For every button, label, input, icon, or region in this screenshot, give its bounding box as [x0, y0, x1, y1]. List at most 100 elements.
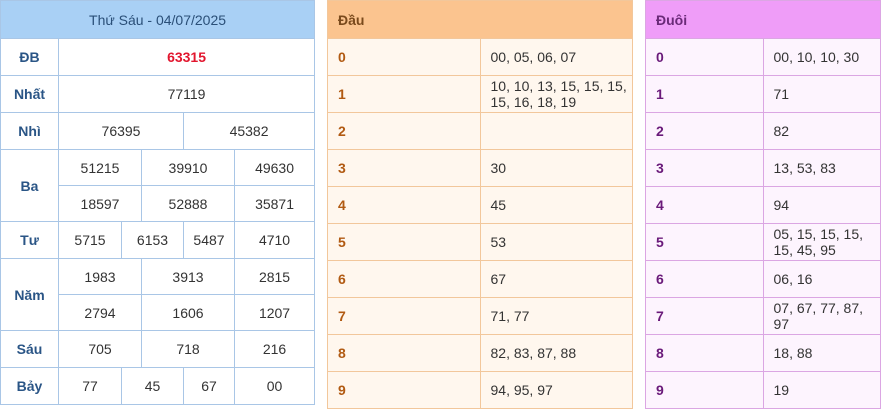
prize-row-ba: Ba 51215 39910 49630 [0, 149, 316, 222]
row-values: 00, 05, 06, 07 [479, 38, 633, 76]
prize-value: 718 [141, 330, 235, 368]
prize-row-db: ĐB 63315 [0, 38, 316, 76]
prize-value: 5487 [183, 221, 235, 259]
table-row: 3 30 [327, 149, 633, 187]
row-digit: 3 [327, 149, 481, 187]
prize-value: 5715 [58, 221, 122, 259]
table-row: 7 07, 67, 77, 87, 97 [645, 297, 881, 335]
row-values: 00, 10, 10, 30 [762, 38, 881, 76]
prize-label: Ba [0, 149, 59, 222]
row-digit: 4 [645, 186, 764, 224]
row-digit: 4 [327, 186, 481, 224]
row-values: 53 [479, 223, 633, 261]
table-row: 2 [327, 112, 633, 150]
prize-row-sau: Sáu 705 718 216 [0, 330, 316, 368]
row-digit: 9 [645, 371, 764, 409]
prize-value: 35871 [233, 185, 316, 222]
prize-label: Nhất [0, 75, 59, 113]
table-row: 5 05, 15, 15, 15, 15, 45, 95 [645, 223, 881, 261]
prize-value: 39910 [141, 149, 235, 186]
row-values: 82, 83, 87, 88 [479, 334, 633, 372]
prize-value: 1207 [233, 294, 316, 331]
prize-label: ĐB [0, 38, 59, 76]
row-values: 71, 77 [479, 297, 633, 335]
table-row: 6 67 [327, 260, 633, 298]
prize-value: 77 [58, 367, 122, 405]
tail-table-title: Đuôi [645, 0, 881, 39]
prize-value: 6153 [121, 221, 184, 259]
lottery-results-table: Thứ Sáu - 04/07/2025 ĐB 63315 Nhất 77119… [0, 0, 316, 405]
row-digit: 2 [645, 112, 764, 150]
prize-value: 705 [58, 330, 142, 368]
row-values: 94 [762, 186, 881, 224]
row-digit: 9 [327, 371, 481, 409]
prize-row-nhat: Nhất 77119 [0, 75, 316, 113]
row-values: 45 [479, 186, 633, 224]
prize-value: 2794 [58, 294, 142, 331]
row-digit: 7 [645, 297, 764, 335]
table-row: 4 94 [645, 186, 881, 224]
prize-row-tu: Tư 5715 6153 5487 4710 [0, 221, 316, 259]
table-row: 1 71 [645, 75, 881, 113]
prize-value: 67 [183, 367, 235, 405]
row-values: 94, 95, 97 [479, 371, 633, 409]
tail-digits-table: Đuôi 0 00, 10, 10, 30 1 71 2 82 3 13, 53, 83… [645, 0, 881, 409]
row-digit: 3 [645, 149, 764, 187]
prize-value: 4710 [233, 221, 316, 259]
row-digit: 6 [645, 260, 764, 298]
row-values: 82 [762, 112, 881, 150]
row-digit: 1 [645, 75, 764, 113]
row-digit: 1 [327, 75, 481, 113]
prize-value: 18597 [58, 185, 142, 222]
row-values [479, 112, 633, 150]
table-row: 5 53 [327, 223, 633, 261]
special-prize-value: 63315 [57, 38, 316, 76]
prize-value: 1983 [58, 258, 142, 295]
prize-value: 52888 [141, 185, 235, 222]
table-row: 1 10, 10, 13, 15, 15, 15, 15, 16, 18, 19 [327, 75, 633, 113]
row-digit: 7 [327, 297, 481, 335]
prize-value: 1606 [141, 294, 235, 331]
table-row: 8 82, 83, 87, 88 [327, 334, 633, 372]
row-digit: 2 [327, 112, 481, 150]
prize-label: Năm [0, 258, 59, 331]
row-values: 07, 67, 77, 87, 97 [762, 297, 881, 335]
table-row: 3 13, 53, 83 [645, 149, 881, 187]
prize-row-bay: Bảy 77 45 67 00 [0, 367, 316, 405]
prize-value: 77119 [57, 75, 316, 113]
prize-value: 00 [233, 367, 316, 405]
row-values: 67 [479, 260, 633, 298]
table-row: 6 06, 16 [645, 260, 881, 298]
row-digit: 8 [327, 334, 481, 372]
prize-value: 76395 [58, 112, 184, 150]
prize-label: Sáu [0, 330, 59, 368]
row-digit: 5 [645, 223, 764, 261]
prize-value: 45382 [182, 112, 316, 150]
row-values: 06, 16 [762, 260, 881, 298]
results-date-header: Thứ Sáu - 04/07/2025 [0, 0, 316, 39]
prize-row-nhi: Nhì 76395 45382 [0, 112, 316, 150]
row-values: 13, 53, 83 [762, 149, 881, 187]
row-digit: 6 [327, 260, 481, 298]
prize-value: 51215 [58, 149, 142, 186]
row-digit: 5 [327, 223, 481, 261]
row-values: 05, 15, 15, 15, 15, 45, 95 [762, 223, 881, 261]
row-digit: 0 [327, 38, 481, 76]
table-row: 9 94, 95, 97 [327, 371, 633, 409]
row-values: 10, 10, 13, 15, 15, 15, 15, 16, 18, 19 [479, 75, 633, 113]
table-row: 7 71, 77 [327, 297, 633, 335]
prize-value: 49630 [233, 149, 316, 186]
prize-label: Bảy [0, 367, 59, 405]
row-digit: 0 [645, 38, 764, 76]
prize-value: 45 [121, 367, 184, 405]
table-row: 0 00, 10, 10, 30 [645, 38, 881, 76]
head-table-title: Đầu [327, 0, 633, 39]
prize-value: 2815 [233, 258, 316, 295]
prize-label: Nhì [0, 112, 59, 150]
table-row: 9 19 [645, 371, 881, 409]
table-row: 2 82 [645, 112, 881, 150]
row-values: 30 [479, 149, 633, 187]
table-row: 8 18, 88 [645, 334, 881, 372]
prize-row-nam: Năm 1983 3913 2815 [0, 258, 316, 331]
table-row: 4 45 [327, 186, 633, 224]
